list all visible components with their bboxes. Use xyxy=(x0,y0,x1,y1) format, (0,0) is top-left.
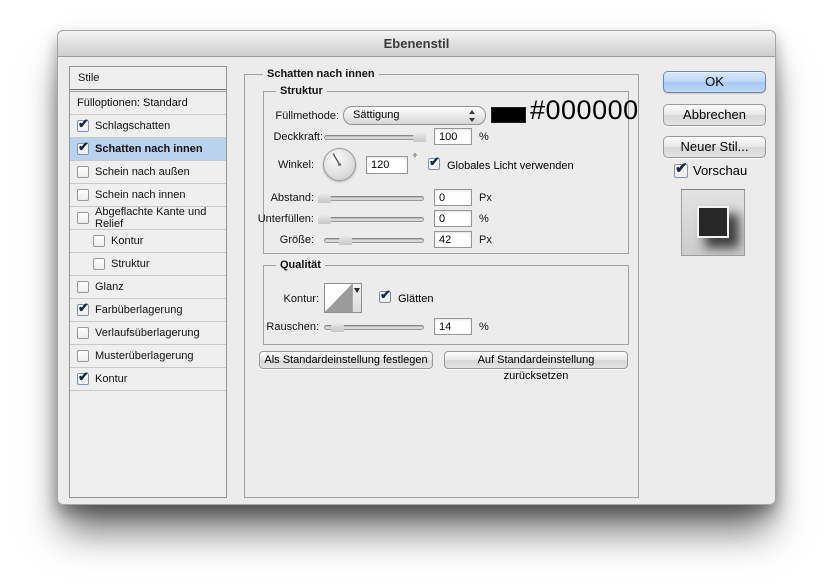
slider-track[interactable] xyxy=(324,135,424,140)
reset-default-button[interactable]: Auf Standardeinstellung zurücksetzen xyxy=(444,351,628,369)
checkbox-struktur-relief[interactable] xyxy=(93,258,105,270)
noise-unit: % xyxy=(479,321,489,333)
checkbox-farbueberlagerung[interactable] xyxy=(77,304,89,316)
sidebar-item-label: Glanz xyxy=(95,281,124,293)
contour-label: Kontur: xyxy=(188,293,319,305)
sidebar-item-fuelloptionen[interactable]: Fülloptionen: Standard xyxy=(70,92,226,115)
inner-shadow-group-title: Schatten nach innen xyxy=(263,68,379,81)
size-unit: Px xyxy=(479,234,492,246)
preview-toggle-row: Vorschau xyxy=(674,163,747,178)
angle-input[interactable] xyxy=(366,156,408,174)
distance-slider[interactable] xyxy=(324,191,424,205)
checkbox-global-light[interactable] xyxy=(428,158,440,170)
sidebar-item-musterueberlagerung[interactable]: Musterüberlagerung xyxy=(70,345,226,368)
opacity-slider[interactable] xyxy=(324,130,424,144)
preview-shadow-square xyxy=(697,206,729,238)
size-label: Größe: xyxy=(183,234,314,246)
slider-track[interactable] xyxy=(324,217,424,222)
contour-picker[interactable] xyxy=(324,283,362,313)
checkbox-kontur-stroke[interactable] xyxy=(77,373,89,385)
distance-label: Abstand: xyxy=(183,192,314,204)
sidebar-item-struktur-relief[interactable]: Struktur xyxy=(70,253,226,276)
checkbox-anti-alias[interactable] xyxy=(379,291,391,303)
blend-mode-label: Füllmethode: xyxy=(208,110,339,122)
size-slider[interactable] xyxy=(324,233,424,247)
cancel-button[interactable]: Abbrechen xyxy=(663,104,766,126)
noise-label: Rauschen: xyxy=(188,321,319,333)
opacity-unit: % xyxy=(479,131,489,143)
qualitaet-group-title: Qualität xyxy=(276,259,325,272)
preview-label: Vorschau xyxy=(693,163,747,178)
noise-slider[interactable] xyxy=(324,320,424,334)
sidebar-item-label: Struktur xyxy=(111,258,150,270)
shadow-color-swatch[interactable] xyxy=(491,107,526,123)
title-bar[interactable]: Ebenenstil xyxy=(58,31,775,57)
angle-unit: ° xyxy=(413,153,417,164)
sidebar-item-label: Schlagschatten xyxy=(95,120,170,132)
choke-slider[interactable] xyxy=(324,212,424,226)
blend-mode-value: Sättigung xyxy=(353,109,399,121)
contour-curve-icon xyxy=(325,284,353,312)
size-input[interactable] xyxy=(434,231,472,248)
hex-color-label: #000000 xyxy=(530,95,639,126)
checkbox-schein-nach-innen[interactable] xyxy=(77,189,89,201)
sidebar-item-label: Musterüberlagerung xyxy=(95,350,193,362)
checkbox-schatten-nach-innen[interactable] xyxy=(77,143,89,155)
contour-dropdown-strip[interactable] xyxy=(353,284,361,312)
opacity-input[interactable] xyxy=(434,128,472,145)
sidebar-item-label: Fülloptionen: Standard xyxy=(77,97,188,109)
choke-unit: % xyxy=(479,213,489,225)
sidebar-item-label: Farbüberlagerung xyxy=(95,304,182,316)
ok-button[interactable]: OK xyxy=(663,71,766,93)
checkbox-glanz[interactable] xyxy=(77,281,89,293)
styles-list-header[interactable]: Stile xyxy=(70,67,226,90)
desktop-background: Ebenenstil Stile Fülloptionen: Standard … xyxy=(0,0,837,587)
sidebar-item-label: Verlaufsüberlagerung xyxy=(95,327,200,339)
slider-thumb[interactable] xyxy=(339,233,352,245)
distance-unit: Px xyxy=(479,192,492,204)
noise-input[interactable] xyxy=(434,318,472,335)
choke-label: Unterfüllen: xyxy=(183,213,314,225)
angle-needle-icon xyxy=(324,149,355,180)
stepper-arrows-icon xyxy=(469,110,476,122)
angle-label: Winkel: xyxy=(183,159,314,171)
new-style-button[interactable]: Neuer Stil... xyxy=(663,136,766,158)
sidebar-item-label: Kontur xyxy=(95,373,127,385)
set-default-button[interactable]: Als Standardeinstellung festlegen xyxy=(259,351,433,369)
checkbox-schein-nach-aussen[interactable] xyxy=(77,166,89,178)
slider-track[interactable] xyxy=(324,196,424,201)
checkbox-preview[interactable] xyxy=(674,164,688,178)
opacity-label: Deckkraft: xyxy=(192,131,323,143)
anti-alias-label: Glätten xyxy=(398,293,433,305)
preview-thumbnail xyxy=(681,189,745,256)
choke-input[interactable] xyxy=(434,210,472,227)
angle-dial[interactable] xyxy=(323,148,356,181)
sidebar-item-kontur-stroke[interactable]: Kontur xyxy=(70,368,226,391)
distance-input[interactable] xyxy=(434,189,472,206)
sidebar-item-label: Kontur xyxy=(111,235,143,247)
checkbox-schlagschatten[interactable] xyxy=(77,120,89,132)
sidebar-item-label: Schein nach innen xyxy=(95,189,186,201)
layer-style-dialog: Ebenenstil Stile Fülloptionen: Standard … xyxy=(57,30,776,505)
blend-mode-select[interactable]: Sättigung xyxy=(343,106,486,125)
dialog-title: Ebenenstil xyxy=(58,31,775,57)
sidebar-item-label: Schatten nach innen xyxy=(95,143,203,155)
struktur-group-title: Struktur xyxy=(276,85,327,98)
checkbox-musterueberlagerung[interactable] xyxy=(77,350,89,362)
checkbox-kontur-relief[interactable] xyxy=(93,235,105,247)
sidebar-item-label: Schein nach außen xyxy=(95,166,190,178)
checkbox-verlaufsueberlagerung[interactable] xyxy=(77,327,89,339)
checkbox-abgeflachte-kante[interactable] xyxy=(77,212,89,224)
chevron-down-icon xyxy=(354,288,360,293)
global-light-label: Globales Licht verwenden xyxy=(447,160,574,172)
slider-thumb[interactable] xyxy=(331,320,344,332)
